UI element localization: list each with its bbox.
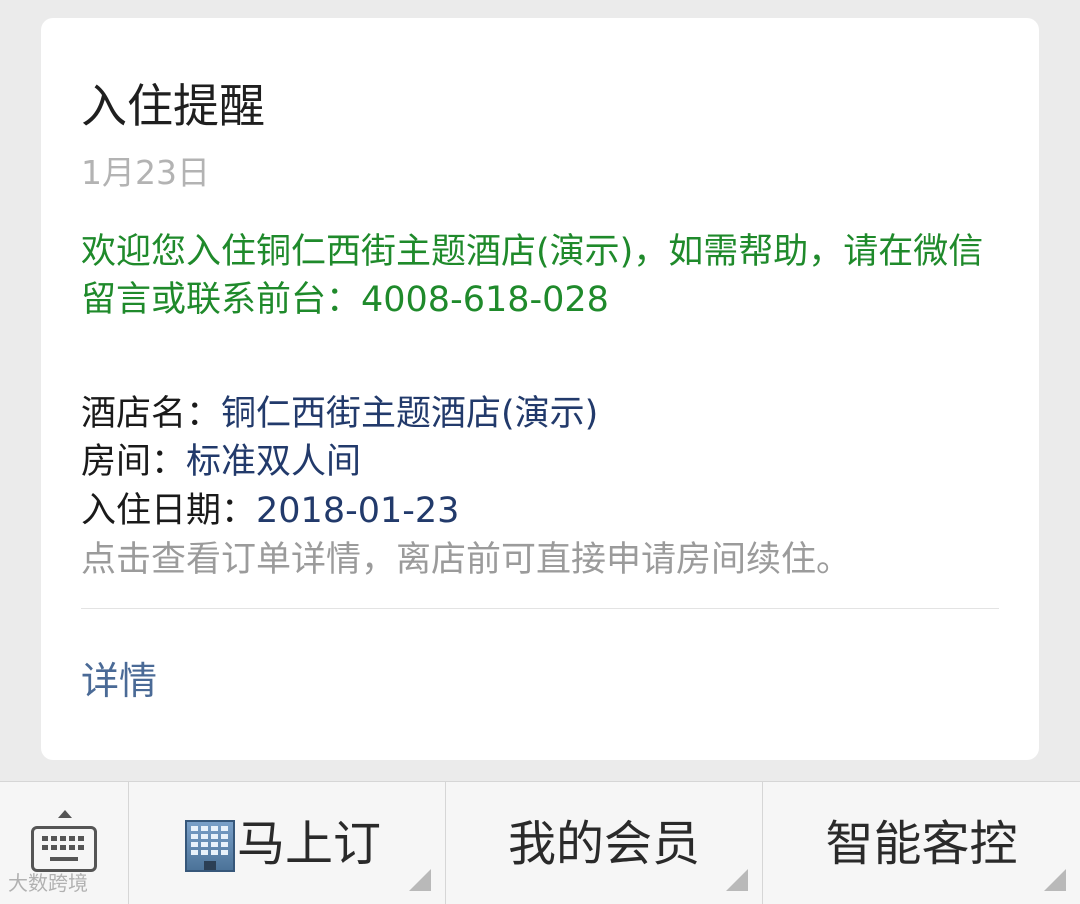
- message-title: 入住提醒: [81, 79, 265, 133]
- checkin-date-value: 2018-01-23: [256, 491, 460, 531]
- chat-screen: 入住提醒 1月23日 欢迎您入住铜仁西街主题酒店(演示)，如需帮助，请在微信留言…: [0, 0, 1080, 904]
- my-membership-label: 我的会员: [507, 816, 700, 872]
- checkin-date-row: 入住日期：2018-01-23: [81, 487, 459, 535]
- submenu-indicator-icon: [726, 869, 748, 891]
- book-now-label: 马上订: [237, 816, 382, 872]
- submenu-indicator-icon: [409, 869, 431, 891]
- smart-room-control-label: 智能客控: [825, 816, 1018, 872]
- room-row: 房间：标准双人间: [81, 438, 361, 486]
- hotel-name-label: 酒店名：: [81, 394, 222, 434]
- caret-up-icon: [58, 810, 72, 818]
- template-message-card[interactable]: 入住提醒 1月23日 欢迎您入住铜仁西街主题酒店(演示)，如需帮助，请在微信留言…: [41, 18, 1039, 760]
- room-value: 标准双人间: [186, 442, 362, 482]
- card-divider: [81, 608, 999, 609]
- menu-button-smart-room-control[interactable]: 智能客控: [763, 782, 1080, 904]
- menu-button-book-now[interactable]: 马上订: [129, 782, 446, 904]
- hotel-name-value: 铜仁西街主题酒店(演示): [221, 394, 599, 434]
- details-link[interactable]: 详情: [81, 656, 157, 706]
- bottom-menu-bar: 马上订 我的会员 智能客控: [0, 781, 1080, 904]
- watermark: 大数跨境: [8, 871, 88, 895]
- message-date: 1月23日: [81, 153, 210, 192]
- building-icon: [185, 820, 235, 872]
- room-label: 房间：: [81, 442, 187, 482]
- checkin-date-label: 入住日期：: [81, 491, 257, 531]
- keyboard-icon: [31, 826, 97, 872]
- order-hint: 点击查看订单详情，离店前可直接申请房间续住。: [81, 540, 852, 580]
- welcome-text: 欢迎您入住铜仁西街主题酒店(演示)，如需帮助，请在微信留言或联系前台：4008-…: [81, 232, 984, 320]
- submenu-indicator-icon: [1044, 869, 1066, 891]
- menu-button-my-membership[interactable]: 我的会员: [446, 782, 763, 904]
- hotel-name-row: 酒店名：铜仁西街主题酒店(演示): [81, 390, 598, 438]
